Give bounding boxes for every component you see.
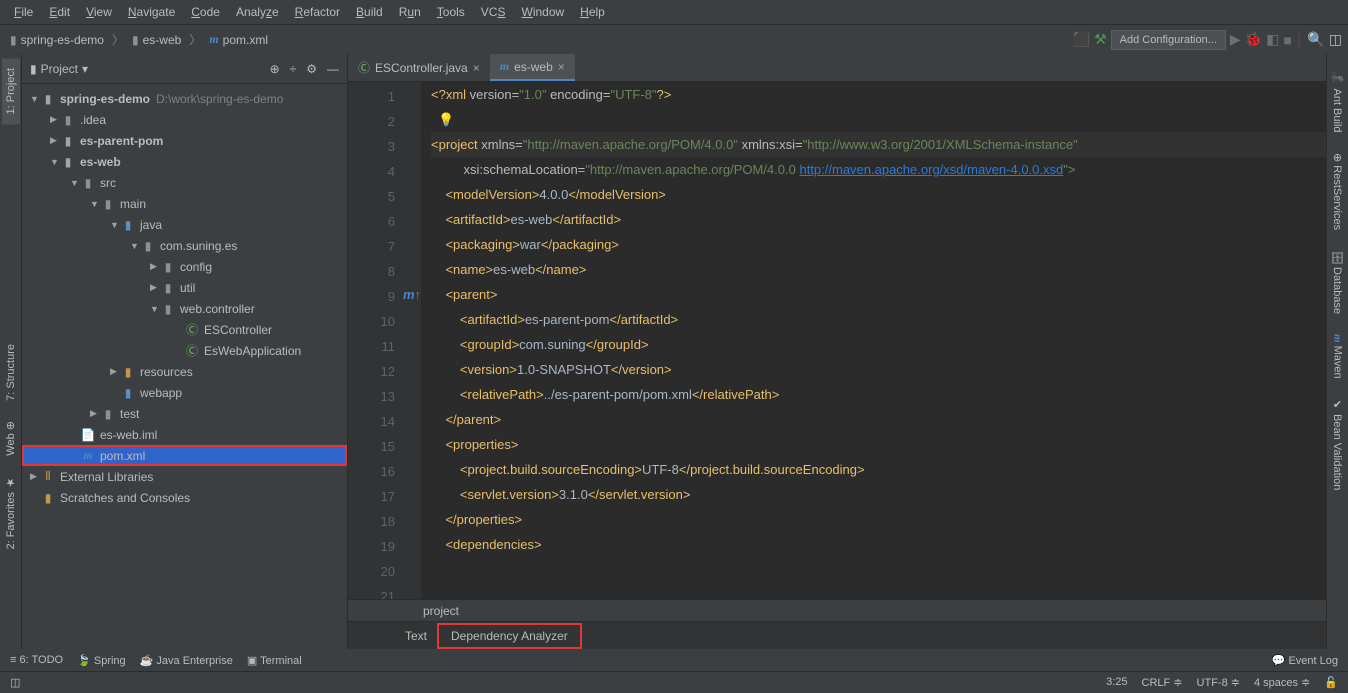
right-tool-stripe: 🐜 Ant Build ⊕ RestServices 🗄 Database m … bbox=[1326, 54, 1348, 649]
left-tool-stripe: 1: Project 7: Structure Web ⊕ 2: Favorit… bbox=[0, 54, 22, 649]
menu-run[interactable]: Run bbox=[391, 5, 429, 19]
status-bar: ◫ 3:25 CRLF ≑ UTF-8 ≑ 4 spaces ≑ 🔓 bbox=[0, 671, 1348, 693]
menu-code[interactable]: Code bbox=[183, 5, 228, 19]
menu-build[interactable]: Build bbox=[348, 5, 391, 19]
collapse-icon[interactable]: ÷ bbox=[290, 62, 297, 76]
chevron-right-icon: 〉 bbox=[112, 31, 124, 48]
debug-icon[interactable]: 🐞 bbox=[1245, 31, 1262, 48]
navigation-bar: ▮ spring-es-demo 〉 ▮ es-web 〉 m pom.xml … bbox=[0, 24, 1348, 54]
line-number-gutter: 123456789101112131415161718192021 bbox=[348, 82, 403, 599]
tab-maven[interactable]: m Maven bbox=[1329, 324, 1347, 389]
hammer-icon[interactable]: ⚒ bbox=[1094, 31, 1107, 48]
menu-file[interactable]: File bbox=[6, 5, 41, 19]
target-icon[interactable]: ⊕ bbox=[270, 62, 280, 76]
close-icon[interactable]: × bbox=[473, 61, 480, 75]
tab-project[interactable]: 1: Project bbox=[2, 58, 20, 124]
tree-node-pom: mpom.xml bbox=[22, 445, 347, 466]
btn-event-log[interactable]: 💬 Event Log bbox=[1272, 654, 1338, 667]
breadcrumb-file[interactable]: m pom.xml bbox=[205, 30, 272, 49]
menu-analyze[interactable]: Analyze bbox=[228, 5, 287, 19]
editor-sub-tabs: Text Dependency Analyzer bbox=[348, 621, 1326, 649]
tab-dependency-analyzer[interactable]: Dependency Analyzer bbox=[439, 625, 580, 647]
menu-view[interactable]: View bbox=[78, 5, 120, 19]
tab-ant-build[interactable]: 🐜 Ant Build bbox=[1328, 62, 1347, 143]
tab-structure[interactable]: 7: Structure bbox=[2, 334, 20, 411]
editor-tab-esweb[interactable]: mes-web× bbox=[490, 54, 575, 81]
code-editor[interactable]: 123456789101112131415161718192021 m↑ <?x… bbox=[348, 82, 1326, 599]
gutter-icons: m↑ bbox=[403, 82, 421, 599]
menu-refactor[interactable]: Refactor bbox=[287, 5, 348, 19]
tab-web[interactable]: Web ⊕ bbox=[1, 411, 20, 466]
status-lock-icon[interactable]: 🔓 bbox=[1324, 676, 1338, 689]
breadcrumb: ▮ spring-es-demo 〉 ▮ es-web 〉 m pom.xml bbox=[6, 30, 272, 49]
btn-java-enterprise[interactable]: ☕ Java Enterprise bbox=[140, 654, 233, 667]
tab-database[interactable]: 🗄 Database bbox=[1328, 240, 1347, 324]
btn-todo[interactable]: ≡ 6: TODO bbox=[10, 654, 63, 666]
project-view-selector[interactable]: ▮ Project ▾ bbox=[30, 62, 88, 76]
run-icon[interactable]: ▶ bbox=[1230, 31, 1241, 48]
bottom-tool-buttons: ≡ 6: TODO 🍃 Spring ☕ Java Enterprise ▣ T… bbox=[0, 649, 1348, 671]
settings-icon[interactable]: ⚙ bbox=[306, 62, 317, 76]
tab-favorites[interactable]: 2: Favorites ★ bbox=[1, 466, 20, 560]
menu-bar: File Edit View Navigate Code Analyze Ref… bbox=[0, 0, 1348, 24]
search-everywhere-icon[interactable]: 🔍 bbox=[1307, 31, 1324, 48]
stop-icon[interactable]: ■ bbox=[1283, 32, 1291, 48]
hide-icon[interactable]: — bbox=[327, 62, 339, 76]
editor-area: ⒸESController.java× mes-web× 12345678910… bbox=[348, 54, 1326, 649]
intention-bulb-icon[interactable]: 💡 bbox=[438, 112, 454, 127]
btn-spring[interactable]: 🍃 Spring bbox=[77, 654, 126, 667]
status-caret-pos[interactable]: 3:25 bbox=[1106, 676, 1127, 689]
breadcrumb-module[interactable]: ▮ es-web bbox=[128, 31, 185, 49]
status-indent[interactable]: 4 spaces ≑ bbox=[1254, 676, 1310, 689]
menu-edit[interactable]: Edit bbox=[41, 5, 78, 19]
project-tool-window: ▮ Project ▾ ⊕ ÷ ⚙ — ▼▮spring-es-demoD:\w… bbox=[22, 54, 348, 649]
chevron-right-icon: 〉 bbox=[189, 31, 201, 48]
menu-window[interactable]: Window bbox=[513, 5, 572, 19]
tab-bean-validation[interactable]: ✔ Bean Validation bbox=[1328, 388, 1347, 500]
coverage-icon[interactable]: ◧ bbox=[1266, 31, 1279, 48]
code-line: <modelVersion>4.0.0</modelVersion> bbox=[431, 182, 1326, 207]
menu-vcs[interactable]: VCS bbox=[473, 5, 514, 19]
status-line-sep[interactable]: CRLF ≑ bbox=[1142, 676, 1183, 689]
ide-structure-icon[interactable]: ◫ bbox=[1329, 31, 1342, 48]
status-encoding[interactable]: UTF-8 ≑ bbox=[1197, 676, 1240, 689]
close-icon[interactable]: × bbox=[558, 60, 565, 74]
breadcrumb-root[interactable]: ▮ spring-es-demo bbox=[6, 31, 108, 49]
menu-tools[interactable]: Tools bbox=[429, 5, 473, 19]
menu-navigate[interactable]: Navigate bbox=[120, 5, 183, 19]
tab-rest[interactable]: ⊕ RestServices bbox=[1328, 143, 1347, 240]
run-config-dropdown[interactable]: Add Configuration... bbox=[1111, 30, 1226, 50]
build-icon[interactable]: ⬛ bbox=[1073, 31, 1090, 48]
maven-gutter-icon[interactable]: m↑ bbox=[403, 282, 421, 307]
menu-help[interactable]: Help bbox=[572, 5, 613, 19]
tab-text[interactable]: Text bbox=[393, 625, 439, 647]
tool-windows-icon[interactable]: ◫ bbox=[10, 676, 20, 689]
editor-breadcrumb[interactable]: project bbox=[348, 599, 1326, 621]
project-tree[interactable]: ▼▮spring-es-demoD:\work\spring-es-demo ▶… bbox=[22, 84, 347, 649]
editor-tab-escontroller[interactable]: ⒸESController.java× bbox=[348, 54, 490, 81]
btn-terminal[interactable]: ▣ Terminal bbox=[247, 654, 302, 667]
